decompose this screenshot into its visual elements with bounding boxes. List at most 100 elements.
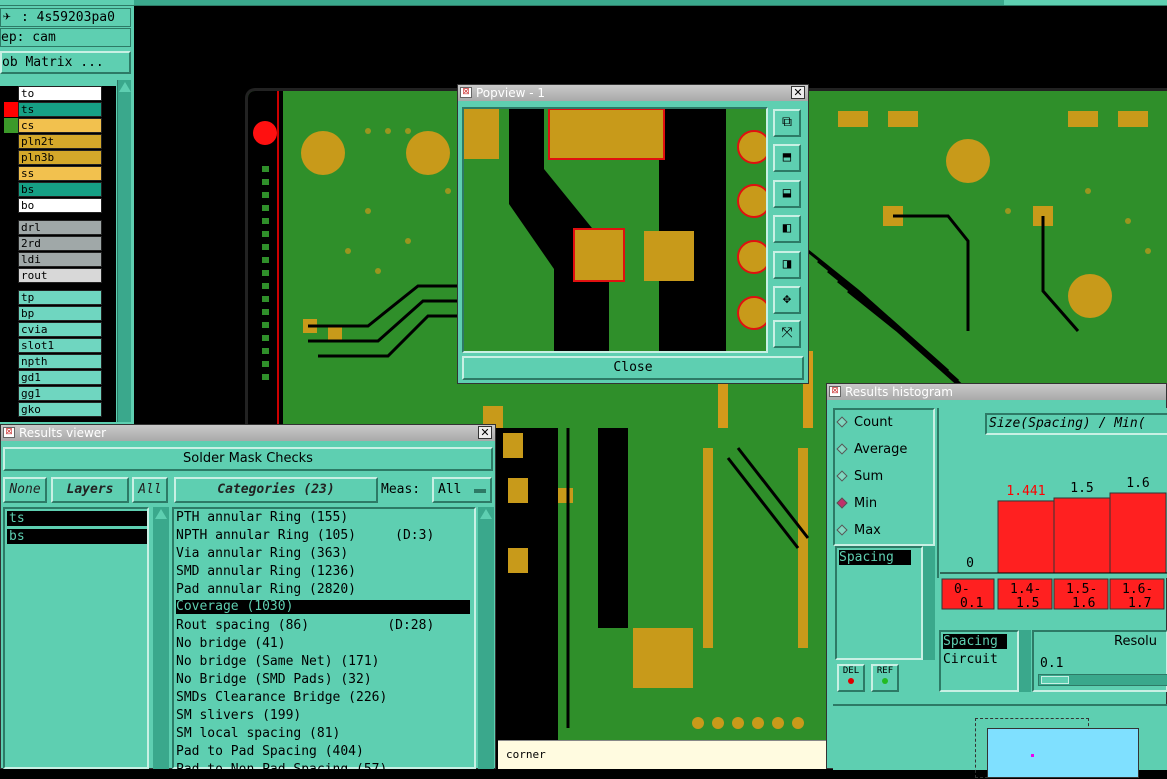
layer-name[interactable]: ss xyxy=(18,166,102,181)
radio-diamond-icon[interactable] xyxy=(836,443,848,455)
stat-option-min[interactable]: Min xyxy=(836,496,877,511)
categories-button[interactable]: Categories (23) xyxy=(174,477,378,503)
radio-diamond-icon[interactable] xyxy=(836,497,848,509)
category-item[interactable]: PTH annular Ring (155) xyxy=(176,509,470,527)
layer-name[interactable]: drl xyxy=(18,220,102,235)
popview-canvas[interactable] xyxy=(462,107,768,353)
radio-diamond-icon[interactable] xyxy=(836,416,848,428)
layer-name[interactable]: ldi xyxy=(18,252,102,267)
none-button[interactable]: None xyxy=(3,477,47,503)
layer-swatch[interactable] xyxy=(4,86,18,101)
popview-titlebar[interactable]: ⊠ Popview - 1 ✕ xyxy=(458,85,808,101)
popview-close-button[interactable]: Close xyxy=(462,356,804,380)
layer-row-gko[interactable]: gko xyxy=(0,402,104,417)
ref-button[interactable]: REF xyxy=(871,664,899,692)
category-item[interactable]: SMDs Clearance Bridge (226) xyxy=(176,689,470,707)
pan-down-icon[interactable]: ⬓ xyxy=(773,180,801,208)
resolution-slider-thumb[interactable] xyxy=(1041,676,1069,684)
stat-option-count[interactable]: Count xyxy=(836,415,893,430)
layer-swatch[interactable] xyxy=(4,402,18,417)
layer-name[interactable]: to xyxy=(18,86,102,101)
layer-swatch[interactable] xyxy=(4,386,18,401)
layer-name[interactable]: gko xyxy=(18,402,102,417)
zoom-fit-icon[interactable]: ⧉ xyxy=(773,109,801,137)
layer-row-gd1[interactable]: gd1 xyxy=(0,370,104,385)
layer-name[interactable]: bp xyxy=(18,306,102,321)
pan-left-icon[interactable]: ◧ xyxy=(773,215,801,243)
category-item[interactable]: NPTH annular Ring (105) (D:3) xyxy=(176,527,470,545)
measure-list[interactable]: Spacing xyxy=(835,546,923,660)
layer-swatch[interactable] xyxy=(4,198,18,213)
layer-swatch[interactable] xyxy=(4,220,18,235)
layer-name[interactable]: cs xyxy=(18,118,102,133)
radio-diamond-icon[interactable] xyxy=(836,524,848,536)
layer-row-gg1[interactable]: gg1 xyxy=(0,386,104,401)
layer-swatch[interactable] xyxy=(4,252,18,267)
radio-diamond-icon[interactable] xyxy=(836,470,848,482)
category-item[interactable]: Rout spacing (86) (D:28) xyxy=(176,617,470,635)
zoom-in-icon[interactable]: ✥ xyxy=(773,286,801,314)
layer-name[interactable]: cvia xyxy=(18,322,102,337)
stat-option-average[interactable]: Average xyxy=(836,442,907,457)
layer-name[interactable]: gg1 xyxy=(18,386,102,401)
measure-item-spacing[interactable]: Spacing xyxy=(839,550,911,565)
layer-name[interactable]: bs xyxy=(18,182,102,197)
category-item[interactable]: Pad annular Ring (2820) xyxy=(176,581,470,599)
attribute-list[interactable]: Spacing Circuit xyxy=(939,630,1019,692)
close-icon[interactable]: ✕ xyxy=(791,86,805,99)
layer-name[interactable]: rout xyxy=(18,268,102,283)
pan-up-icon[interactable]: ⬒ xyxy=(773,144,801,172)
del-button[interactable]: DEL xyxy=(837,664,865,692)
layer-row-bs[interactable]: bs xyxy=(0,182,104,197)
layer-item-bs[interactable]: bs xyxy=(7,529,147,544)
stat-option-sum[interactable]: Sum xyxy=(836,469,883,484)
layer-swatch[interactable] xyxy=(4,322,18,337)
layer-row-2rd[interactable]: 2rd xyxy=(0,236,104,251)
layer-swatch[interactable] xyxy=(4,236,18,251)
layer-row-bp[interactable]: bp xyxy=(0,306,104,321)
attribute-item-spacing[interactable]: Spacing xyxy=(943,634,1007,649)
layer-swatch[interactable] xyxy=(4,268,18,283)
layer-row-tp[interactable]: tp xyxy=(0,290,104,305)
category-item[interactable]: Via annular Ring (363) xyxy=(176,545,470,563)
layer-swatch[interactable] xyxy=(4,150,18,165)
scroll-up-arrow-icon[interactable] xyxy=(480,509,492,519)
layer-name[interactable]: ts xyxy=(18,102,102,117)
layer-name[interactable]: pln3b xyxy=(18,150,102,165)
category-item[interactable]: Pad to Pad Spacing (404) xyxy=(176,743,470,761)
layer-swatch[interactable] xyxy=(4,306,18,321)
layer-name[interactable]: 2rd xyxy=(18,236,102,251)
layer-row-slot1[interactable]: slot1 xyxy=(0,338,104,353)
layers-scrollbar[interactable] xyxy=(153,507,169,769)
layer-item-ts[interactable]: ts xyxy=(7,511,147,526)
layer-name[interactable]: slot1 xyxy=(18,338,102,353)
layer-swatch[interactable] xyxy=(4,290,18,305)
category-item[interactable]: No bridge (Same Net) (171) xyxy=(176,653,470,671)
meas-dropdown[interactable]: All xyxy=(432,477,492,503)
layer-swatch[interactable] xyxy=(4,118,18,133)
measure-list-scrollbar[interactable] xyxy=(923,546,935,660)
layer-swatch[interactable] xyxy=(4,166,18,181)
scroll-up-arrow-icon[interactable] xyxy=(119,82,131,92)
layer-row-cvia[interactable]: cvia xyxy=(0,322,104,337)
layer-row-pln2t[interactable]: pln2t xyxy=(0,134,104,149)
layer-swatch[interactable] xyxy=(4,338,18,353)
zoom-out-icon[interactable]: ⤧ xyxy=(773,320,801,348)
layer-swatch[interactable] xyxy=(4,354,18,369)
layer-name[interactable]: bo xyxy=(18,198,102,213)
category-item[interactable]: No Bridge (SMD Pads) (32) xyxy=(176,671,470,689)
histogram-titlebar[interactable]: ⊠ Results histogram xyxy=(827,384,1166,400)
layer-row-ldi[interactable]: ldi xyxy=(0,252,104,267)
layer-swatch[interactable] xyxy=(4,182,18,197)
category-item[interactable]: Coverage (1030) xyxy=(176,600,470,614)
category-item[interactable]: Pad to Non Pad Spacing (57) xyxy=(176,761,470,779)
layer-row-to[interactable]: to xyxy=(0,86,104,101)
categories-scrollbar[interactable] xyxy=(478,507,494,769)
histogram-bar[interactable] xyxy=(1053,497,1111,574)
layer-row-npth[interactable]: npth xyxy=(0,354,104,369)
resolution-slider[interactable] xyxy=(1038,674,1167,686)
layer-name[interactable]: pln2t xyxy=(18,134,102,149)
pcb-canvas-lower[interactable] xyxy=(498,428,826,740)
layer-row-ss[interactable]: ss xyxy=(0,166,104,181)
result-layers-list[interactable]: ts bs xyxy=(3,507,149,769)
